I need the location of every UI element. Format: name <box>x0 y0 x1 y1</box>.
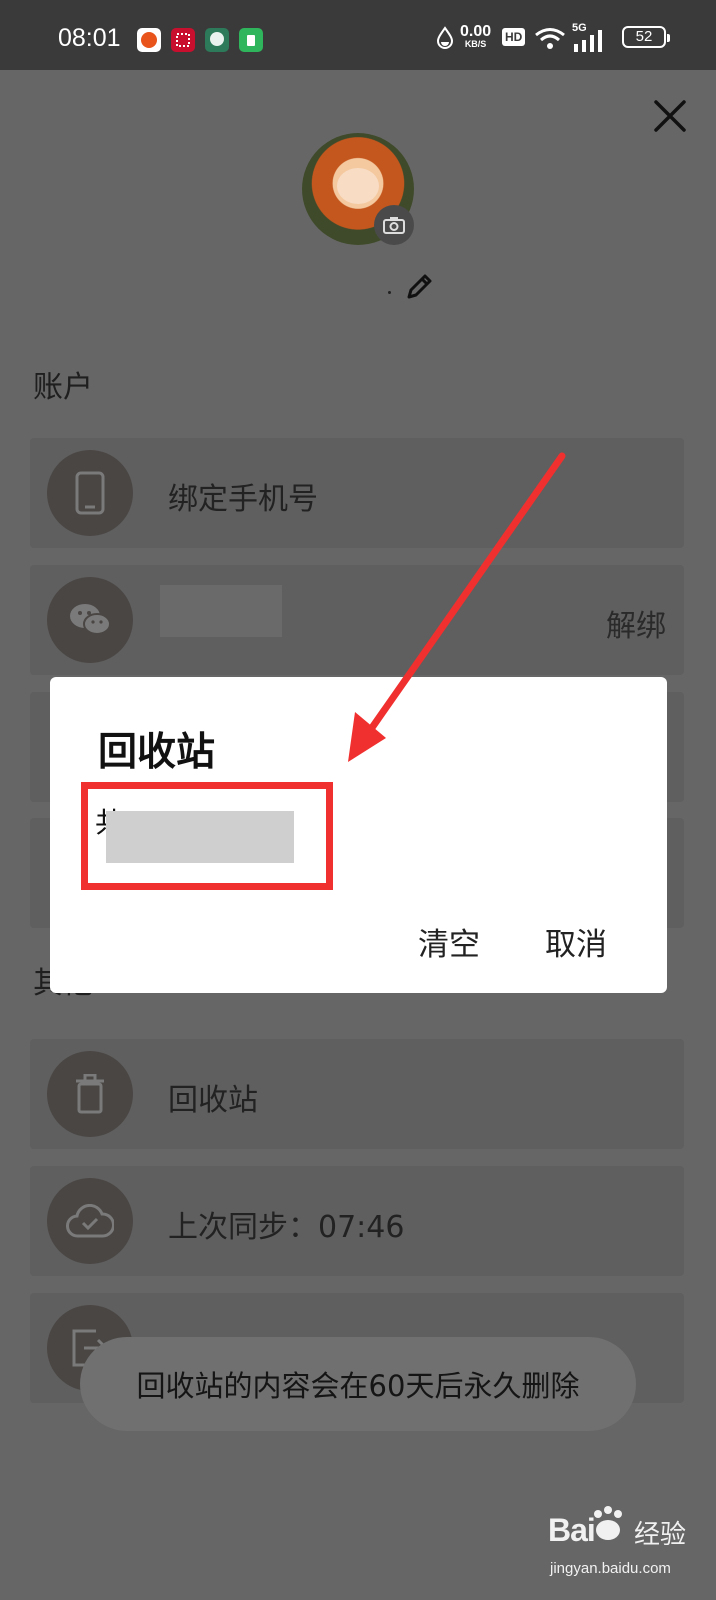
trash-icon <box>76 1074 104 1114</box>
camera-icon <box>383 217 405 234</box>
notification-app-icon <box>171 28 195 52</box>
cancel-button[interactable]: 取消 <box>545 919 607 964</box>
phone-icon-circle <box>47 450 133 536</box>
data-saver-icon <box>436 26 454 49</box>
phone-icon <box>75 471 105 515</box>
recycle-bin-row[interactable]: 回收站 <box>30 1039 684 1149</box>
wechat-name-redacted <box>160 585 282 637</box>
recycle-bin-label: 回收站 <box>168 1083 258 1118</box>
close-icon[interactable] <box>652 98 688 134</box>
change-avatar-button[interactable] <box>374 205 414 245</box>
status-indicators: 0.00 KB/S HD 5G 52 <box>436 22 676 52</box>
status-bar: 08:01 0.00 KB/S HD 5G 52 <box>0 0 716 70</box>
battery-indicator: 52 <box>622 26 670 48</box>
watermark-brand: Bai <box>548 1512 596 1548</box>
network-speed-value: 0.00 <box>460 23 492 40</box>
bind-phone-row[interactable]: 绑定手机号 <box>30 438 684 548</box>
clear-button[interactable]: 清空 <box>418 919 480 964</box>
dialog-title: 回收站 <box>98 730 216 775</box>
nickname-placeholder <box>388 291 391 294</box>
notification-app-icon <box>137 28 161 52</box>
network-speed: 0.00 KB/S <box>460 24 491 49</box>
hd-badge: HD <box>502 28 526 46</box>
edit-name-icon[interactable] <box>404 272 434 302</box>
sync-row[interactable]: 上次同步：07:46 <box>30 1166 684 1276</box>
avatar-face <box>337 168 379 204</box>
watermark-suffix: 经验 <box>634 1520 687 1550</box>
cloud-sync-icon <box>66 1204 114 1238</box>
unbind-button[interactable]: 解绑 <box>606 601 666 645</box>
wechat-icon <box>70 604 111 635</box>
last-sync-label: 上次同步：07:46 <box>168 1210 405 1245</box>
notification-app-icon <box>239 28 263 52</box>
cloud-icon-circle <box>47 1178 133 1264</box>
wechat-icon-circle <box>47 577 133 663</box>
notification-app-icon <box>205 28 229 52</box>
status-time: 08:01 <box>58 24 121 52</box>
wechat-row[interactable]: 解绑 <box>30 565 684 675</box>
toast-message: 回收站的内容会在60天后永久删除 <box>80 1337 636 1431</box>
network-speed-unit: KB/S <box>464 39 487 49</box>
bind-phone-label: 绑定手机号 <box>168 482 318 517</box>
annotation-highlight-box <box>81 782 333 890</box>
wifi-icon <box>535 28 565 49</box>
account-section-title: 账户 <box>33 370 93 405</box>
cellular-signal-icon <box>574 30 602 52</box>
watermark-url: jingyan.baidu.com <box>550 1560 671 1577</box>
trash-icon-circle <box>47 1051 133 1137</box>
baidu-jingyan-watermark: Bai 经验 jingyan.baidu.com <box>548 1506 688 1586</box>
